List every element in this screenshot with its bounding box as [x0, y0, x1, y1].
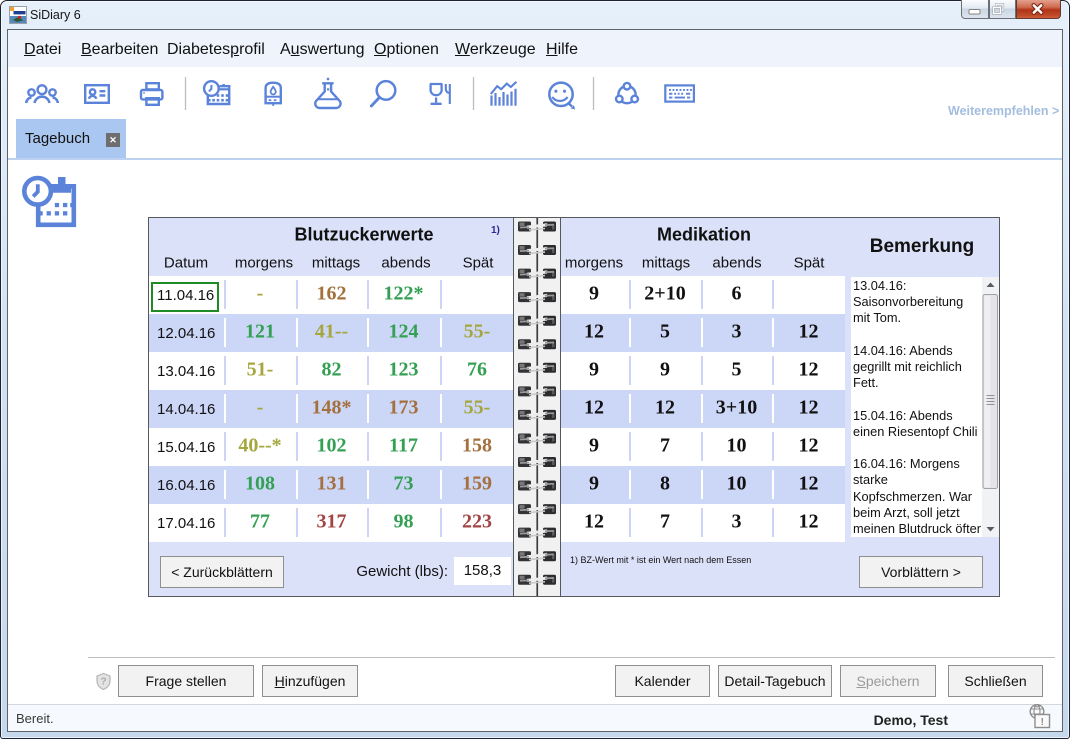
svg-text:?: ?: [100, 677, 106, 688]
svg-text:!: !: [1041, 717, 1044, 728]
